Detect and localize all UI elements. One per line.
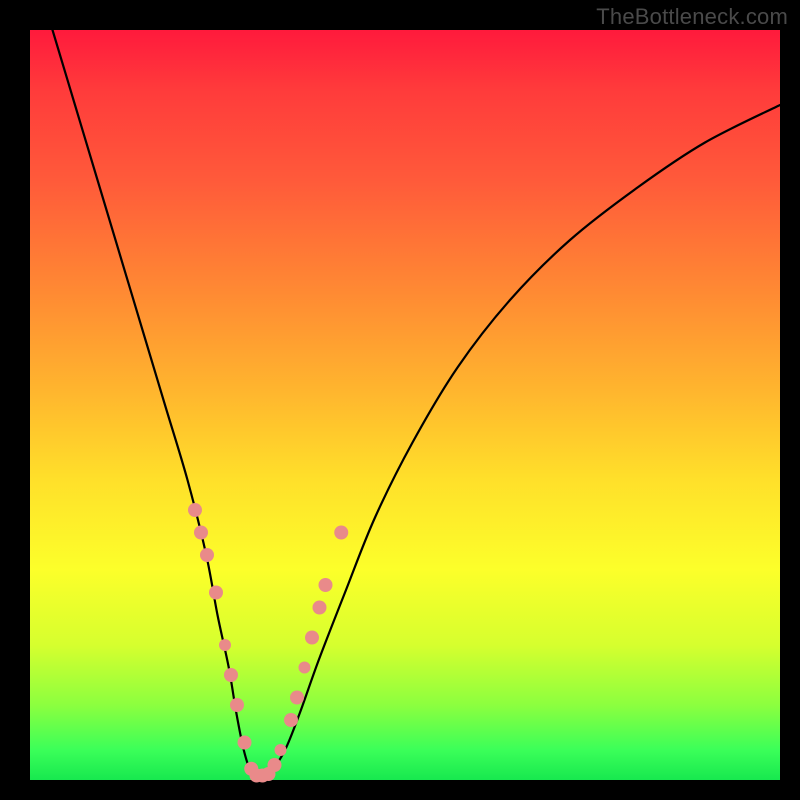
data-marker xyxy=(230,698,244,712)
data-marker xyxy=(284,713,298,727)
data-marker xyxy=(188,503,202,517)
curve-svg xyxy=(30,30,780,780)
data-marker xyxy=(238,736,252,750)
data-marker xyxy=(313,601,327,615)
data-marker xyxy=(275,744,287,756)
data-marker xyxy=(334,526,348,540)
plot-area xyxy=(30,30,780,780)
chart-frame: TheBottleneck.com xyxy=(0,0,800,800)
watermark-text: TheBottleneck.com xyxy=(596,4,788,30)
data-marker xyxy=(305,631,319,645)
data-marker xyxy=(268,758,282,772)
data-marker xyxy=(290,691,304,705)
data-marker xyxy=(194,526,208,540)
data-marker xyxy=(200,548,214,562)
data-marker xyxy=(209,586,223,600)
data-marker xyxy=(224,668,238,682)
data-marker xyxy=(319,578,333,592)
data-marker xyxy=(299,662,311,674)
bottleneck-curve xyxy=(53,30,781,778)
data-marker xyxy=(219,639,231,651)
